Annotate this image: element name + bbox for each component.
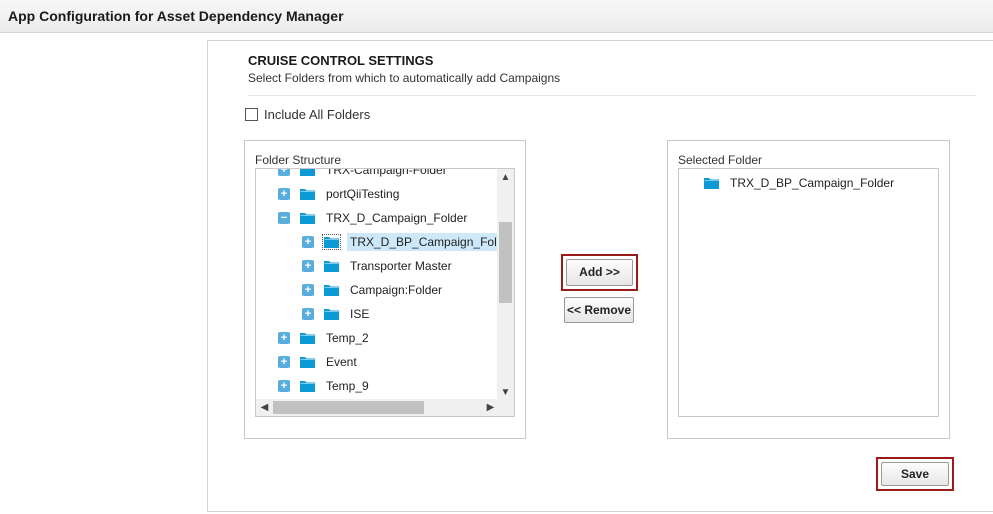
folder-icon [300,380,315,392]
section-divider [248,95,976,96]
include-all-folders-label: Include All Folders [264,107,371,122]
include-all-folders-checkbox[interactable]: Include All Folders [245,107,370,122]
app-title: App Configuration for Asset Dependency M… [8,8,344,24]
tree-node-label: ISE [350,307,370,321]
remove-button[interactable]: << Remove [564,297,634,323]
folder-icon [300,169,315,176]
folder-tree-content: + TRX-Campaign-Folder + portQiiTesting − TRX_… [256,169,499,401]
tree-node-label: Temp_2 [326,331,369,345]
tree-horizontal-scrollbar[interactable]: ◀ ▶ [256,399,499,416]
folder-icon [300,332,315,344]
expand-icon[interactable]: + [278,332,290,344]
expand-icon[interactable]: + [302,236,314,248]
expand-icon[interactable]: + [278,380,290,392]
scrollbar-corner [497,399,514,416]
save-button[interactable]: Save [881,462,949,486]
selected-folder-item[interactable]: TRX_D_BP_Campaign_Folder [704,173,897,193]
folder-structure-label: Folder Structure [255,153,342,167]
tree-node-label: Campaign:Folder [350,283,443,297]
tree-node[interactable]: + ISE [302,304,372,324]
expand-icon[interactable]: + [302,284,314,296]
expand-icon[interactable]: + [278,188,290,200]
tree-node-label: TRX_D_Campaign_Folder [326,211,468,225]
tree-node[interactable]: + Campaign:Folder [302,280,445,300]
folder-icon [322,234,341,250]
tree-node-label: TRX-Campaign-Folder [326,169,447,177]
tree-node-label: Transporter Master [350,259,452,273]
section-title: CRUISE CONTROL SETTINGS [248,53,434,68]
expand-icon[interactable]: + [302,308,314,320]
scroll-left-icon[interactable]: ◀ [256,399,273,416]
folder-icon [300,188,315,200]
tree-node[interactable]: + Event [278,352,360,372]
folder-icon [324,284,339,296]
tree-node[interactable]: − TRX_D_Campaign_Folder [278,208,470,228]
tree-vertical-scrollbar[interactable]: ▲ ▼ [497,169,514,401]
scroll-up-icon[interactable]: ▲ [497,169,514,186]
checkbox-box[interactable] [245,108,258,121]
expand-icon[interactable]: + [278,169,290,176]
app-header: App Configuration for Asset Dependency M… [0,0,993,33]
scroll-thumb[interactable] [499,222,512,303]
tree-node[interactable]: + TRX-Campaign-Folder [278,169,450,180]
selected-folder-item-label: TRX_D_BP_Campaign_Folder [730,176,895,190]
selected-folder-list[interactable]: TRX_D_BP_Campaign_Folder [678,168,939,417]
add-button[interactable]: Add >> [566,259,633,286]
tree-node[interactable]: + Temp_2 [278,328,372,348]
tree-node-label: Event [326,355,357,369]
tree-node-label: TRX_D_BP_Campaign_Folder [347,233,499,251]
expand-icon[interactable]: + [302,260,314,272]
tree-node-label: portQiiTesting [326,187,400,201]
tree-node[interactable]: + TRX_D_BP_Campaign_Folder [302,232,499,252]
folder-icon [324,260,339,272]
collapse-icon[interactable]: − [278,212,290,224]
section-subtitle: Select Folders from which to automatical… [248,71,561,85]
folder-tree[interactable]: + TRX-Campaign-Folder + portQiiTesting − TRX_… [255,168,515,417]
folder-icon [300,212,315,224]
tree-node[interactable]: + portQiiTesting [278,184,402,204]
expand-icon[interactable]: + [278,356,290,368]
tree-node[interactable]: + Transporter Master [302,256,455,276]
folder-icon [300,356,315,368]
folder-icon [704,177,719,189]
scroll-thumb-horizontal[interactable] [273,401,424,414]
tree-node[interactable]: + Temp_9 [278,376,372,396]
folder-icon [324,308,339,320]
selected-folder-label: Selected Folder [678,153,763,167]
tree-node-label: Temp_9 [326,379,369,393]
